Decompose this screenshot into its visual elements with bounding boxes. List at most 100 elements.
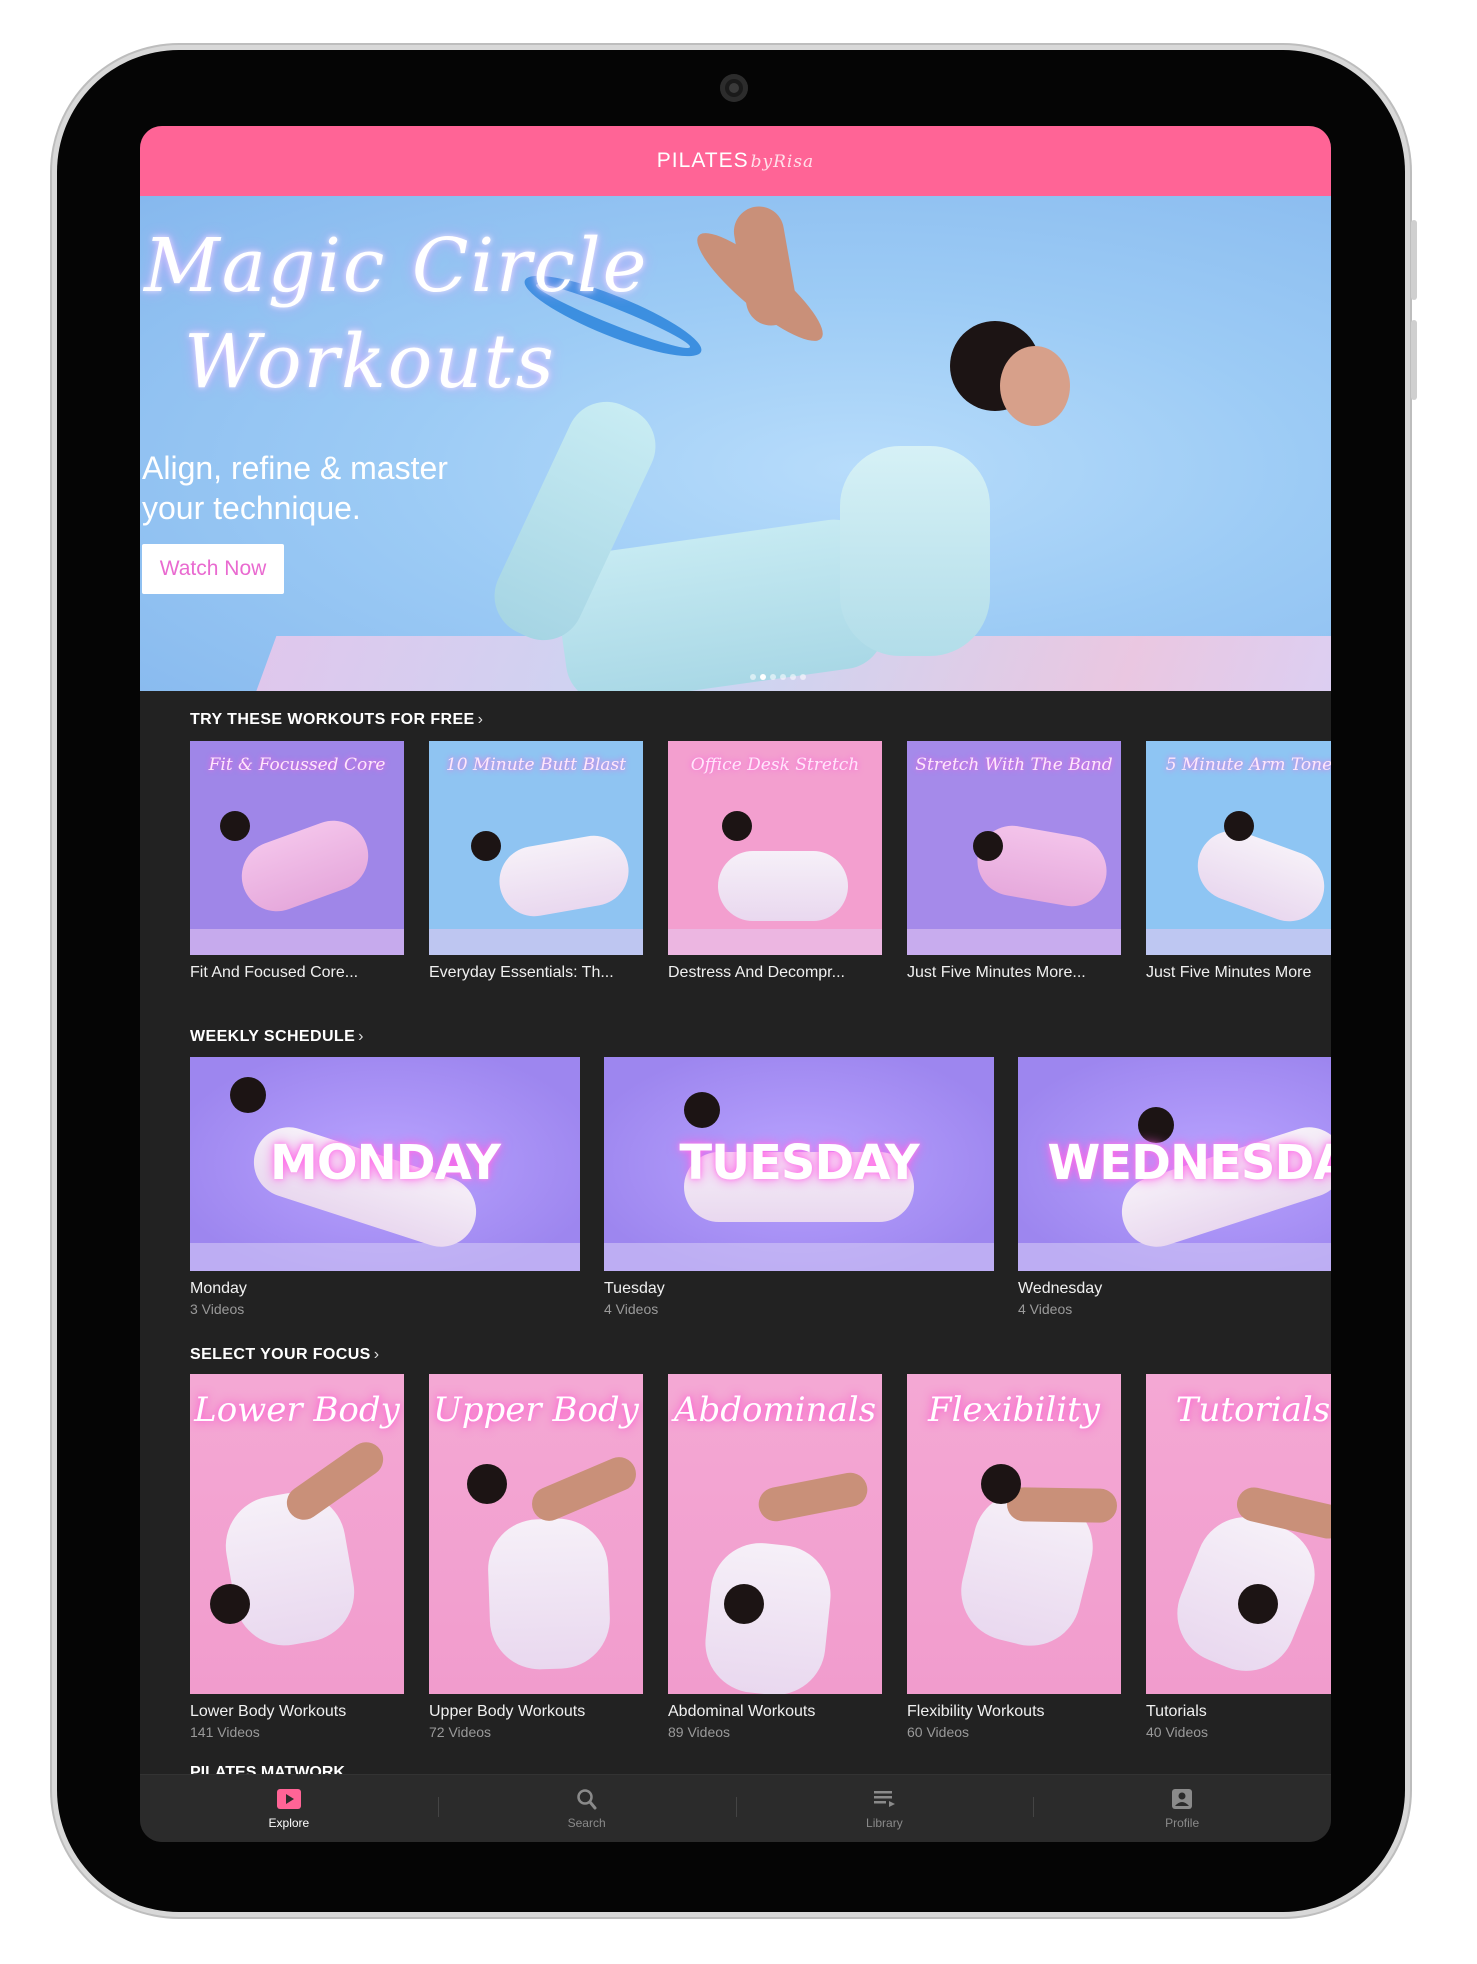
front-camera [720,74,748,102]
video-count: 4 Videos [604,1301,659,1317]
focus-tile[interactable]: Abdominals Abdominal Workouts 89 Videos [668,1374,882,1740]
carousel-dot[interactable] [790,674,796,680]
carousel-dot[interactable] [750,674,756,680]
tile-label: Wednesday [1018,1280,1103,1297]
thumbnail-mat [429,929,643,955]
thumbnail-figure [700,1538,836,1694]
tile-label: Abdominal Workouts [668,1703,816,1720]
thumbnail-script-title: Lower Body [194,1390,400,1430]
thumbnail-head [467,1464,507,1504]
tile-label: Tutorials [1146,1703,1207,1720]
thumbnail-head [684,1092,720,1128]
day-overlay-text: MONDAY [270,1135,501,1191]
thumbnail-mat [190,929,404,955]
focus-row: Lower Body Lower Body Workouts 141 Videos U… [190,1374,1331,1740]
logo-text: PILATES [656,149,749,172]
section-title-weekly-text: WEEKLY SCHEDULE [190,1028,356,1045]
carousel-dot[interactable] [760,674,766,680]
workout-thumbnail: Stretch With The Band [907,741,1121,955]
tab-library[interactable]: Library [735,1775,1034,1842]
weekly-tile[interactable]: TUESDAY Tuesday 4 Videos [604,1057,994,1317]
free-workout-tile[interactable]: 5 Minute Arm Toner Just Five Minutes More [1146,741,1331,982]
weekly-tile[interactable]: WEDNESDAY Wednesday 4 Videos [1018,1057,1331,1317]
focus-tile[interactable]: Tutorials Tutorials 40 Videos [1146,1374,1331,1740]
weekly-thumbnail: WEDNESDAY [1018,1057,1331,1271]
tab-label: Library [866,1816,903,1830]
hero-banner[interactable]: Magic Circle Workouts Align, refine & ma… [140,196,1331,691]
thumbnail-script-title: Stretch With The Band [915,755,1113,775]
thumbnail-figure [231,810,379,922]
section-title-matwork[interactable]: PILATES MATWORK [190,1764,345,1774]
watch-now-button[interactable]: Watch Now [142,544,284,594]
thumbnail-leg [526,1451,642,1527]
section-title-weekly[interactable]: WEEKLY SCHEDULE › [190,1028,364,1046]
tab-explore[interactable]: Explore [140,1775,438,1842]
section-title-focus[interactable]: SELECT YOUR FOCUS › [190,1346,379,1364]
tab-profile[interactable]: Profile [1033,1775,1331,1842]
library-icon [871,1788,897,1810]
tile-label: Tuesday [604,1280,665,1297]
free-workout-tile[interactable]: Stretch With The Band Just Five Minutes M… [907,741,1121,982]
thumbnail-leg [1006,1487,1118,1523]
search-icon [574,1788,600,1810]
tile-label: Just Five Minutes More... [907,964,1086,981]
free-workout-tile[interactable]: Fit & Focussed Core Fit And Focused Core.… [190,741,404,982]
tile-label: Flexibility Workouts [907,1703,1045,1720]
carousel-dot[interactable] [800,674,806,680]
thumbnail-script-title: Tutorials [1175,1390,1331,1430]
focus-thumbnail: Tutorials [1146,1374,1331,1694]
thumbnail-head [230,1077,266,1113]
focus-tile[interactable]: Lower Body Lower Body Workouts 141 Videos [190,1374,404,1740]
chevron-right-icon: › [373,1346,380,1363]
focus-thumbnail: Abdominals [668,1374,882,1694]
hero-figure-torso [840,446,990,656]
thumbnail-script-title: 10 Minute Butt Blast [445,755,627,775]
thumbnail-figure [718,851,848,921]
focus-tile[interactable]: Flexibility Flexibility Workouts 60 Videos [907,1374,1121,1740]
hero-title: Magic Circle Workouts [144,218,704,410]
thumbnail-figure [1187,820,1331,932]
thumbnail-script-title: Abdominals [673,1390,877,1430]
tab-search[interactable]: Search [437,1775,736,1842]
thumbnail-figure [493,830,635,922]
tile-label: Destress And Decompr... [668,964,845,981]
day-overlay-text: WEDNESDAY [1047,1135,1331,1191]
tab-label: Search [567,1816,606,1830]
workout-thumbnail: 5 Minute Arm Toner [1146,741,1331,955]
thumbnail-mat [1018,1243,1331,1271]
thumbnail-script-title: Fit & Focussed Core [208,755,386,775]
hero-title-line2: Workouts [184,319,556,405]
volume-button [1411,220,1417,300]
weekly-thumbnail: MONDAY [190,1057,580,1271]
app-logo[interactable]: PILATES byRisa [657,149,814,173]
focus-thumbnail: Flexibility [907,1374,1121,1694]
chevron-right-icon: › [358,1028,364,1045]
thumbnail-head [210,1584,250,1624]
carousel-dots[interactable] [750,674,806,680]
thumbnail-head [973,831,1003,861]
weekly-tile[interactable]: MONDAY Monday 3 Videos [190,1057,580,1317]
focus-tile[interactable]: Upper Body Upper Body Workouts 72 Videos [429,1374,643,1740]
thumbnail-script-title: Flexibility [928,1390,1100,1430]
carousel-dot[interactable] [770,674,776,680]
section-title-focus-text: SELECT YOUR FOCUS [190,1346,371,1363]
hero-figure-feet [729,202,801,330]
weekly-thumbnail: TUESDAY [604,1057,994,1271]
tile-label: Just Five Minutes More [1146,964,1312,981]
thumbnail-head [471,831,501,861]
video-count: 40 Videos [1146,1724,1209,1740]
hero-figure-face [1000,346,1070,426]
thumbnail-head [722,811,752,841]
play-icon [276,1788,302,1810]
carousel-dot[interactable] [780,674,786,680]
free-workout-tile[interactable]: 10 Minute Butt Blast Everyday Essentials:… [429,741,643,982]
section-title-free-text: TRY THESE WORKOUTS FOR FREE [190,711,475,728]
free-workout-tile[interactable]: Office Desk Stretch Destress And Decompr.… [668,741,882,982]
video-count: 89 Videos [668,1724,731,1740]
thumbnail-mat [190,1243,580,1271]
profile-icon [1169,1788,1195,1810]
section-title-free[interactable]: TRY THESE WORKOUTS FOR FREE › [190,711,483,729]
video-count: 3 Videos [190,1301,245,1317]
day-overlay-text: TUESDAY [679,1135,919,1191]
thumbnail-mat [907,929,1121,955]
